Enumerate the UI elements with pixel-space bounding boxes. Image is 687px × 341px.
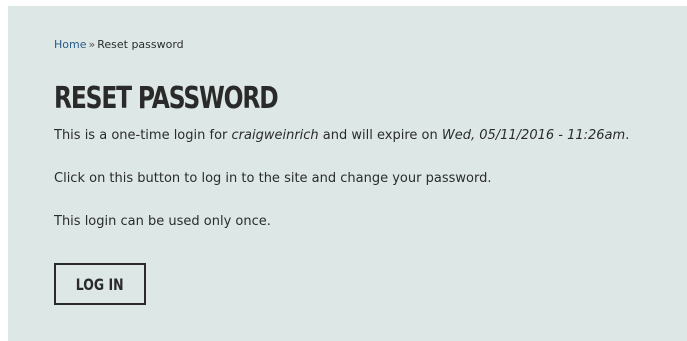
- expiry-message: This is a one-time login for craigweinri…: [54, 128, 629, 143]
- breadcrumb-current: Reset password: [97, 38, 184, 51]
- instruction-message: Click on this button to log in to the si…: [54, 171, 492, 186]
- breadcrumb-home-link[interactable]: Home: [54, 38, 86, 51]
- username: craigweinrich: [231, 128, 319, 143]
- one-time-notice: This login can be used only once.: [54, 214, 271, 229]
- expiry-date: Wed, 05/11/2016 - 11:26am: [441, 128, 626, 143]
- breadcrumb: Home» Reset password: [54, 38, 184, 51]
- expiry-message-middle: and will expire on: [318, 128, 442, 143]
- expiry-message-suffix: .: [625, 128, 630, 143]
- expiry-message-prefix: This is a one-time login for: [54, 128, 232, 143]
- content-panel: Home» Reset password RESET PASSWORD This …: [8, 6, 687, 341]
- breadcrumb-separator: »: [88, 38, 96, 51]
- page-title: RESET PASSWORD: [54, 81, 279, 116]
- log-in-button[interactable]: LOG IN: [54, 263, 146, 305]
- log-in-button-label: LOG IN: [76, 274, 124, 294]
